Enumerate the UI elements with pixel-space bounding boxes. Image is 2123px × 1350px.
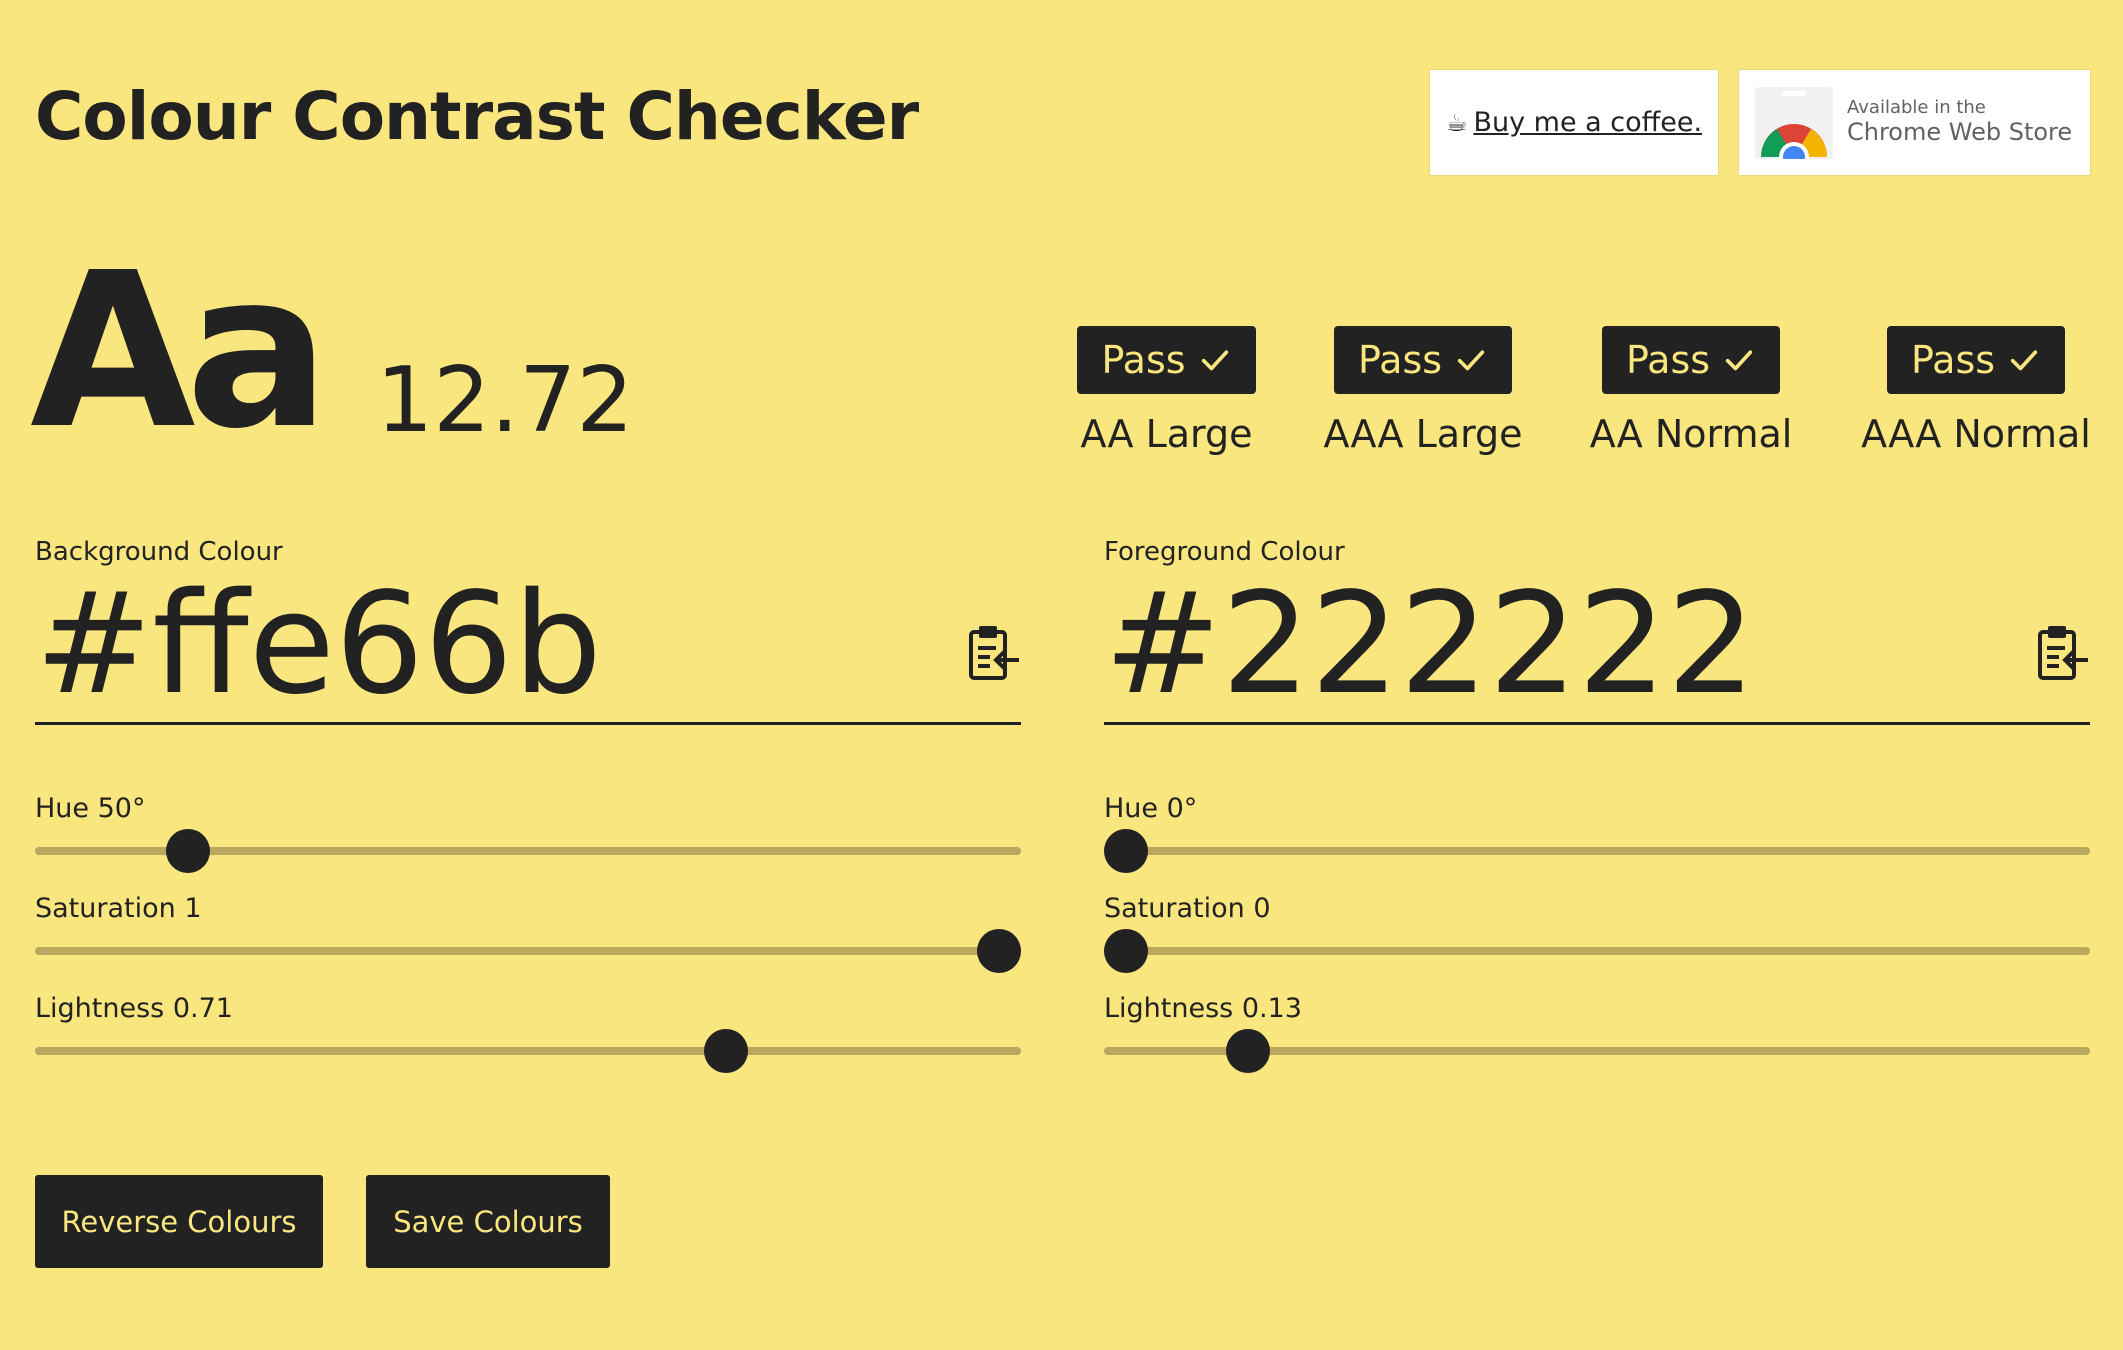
saturation-track[interactable] [1104, 929, 2090, 973]
result-aaa-large: Pass AAA Large [1323, 326, 1523, 456]
result-aaa-normal: Pass AAA Normal [1861, 326, 2091, 456]
background-lightness-slider: Lightness 0.71 [35, 991, 1021, 1091]
status-badge: Pass [1077, 326, 1256, 394]
foreground-hex-row [1104, 574, 2090, 725]
foreground-colour-panel: Foreground Colour Hue 0° Saturation 0 [1104, 534, 2090, 1091]
store-big-text: Chrome Web Store [1847, 118, 2073, 147]
hue-track[interactable] [35, 829, 1021, 873]
saturation-thumb[interactable] [1104, 929, 1148, 973]
status-text: Pass [1910, 338, 1996, 382]
background-saturation-slider: Saturation 1 [35, 891, 1021, 991]
saturation-label: Saturation 0 [1104, 893, 1271, 924]
chrome-web-store-badge[interactable]: Available in the Chrome Web Store [1739, 70, 2090, 175]
background-colour-label: Background Colour [35, 537, 283, 567]
result-aa-large: Pass AA Large [1077, 326, 1256, 456]
foreground-hex-input[interactable] [1104, 574, 1984, 714]
lightness-track[interactable] [35, 1029, 1021, 1073]
result-label: AAA Large [1323, 412, 1523, 456]
sample-text: Aa [30, 227, 330, 476]
background-hex-input[interactable] [35, 574, 915, 714]
saturation-label: Saturation 1 [35, 893, 202, 924]
hue-label: Hue 50° [35, 793, 146, 824]
lightness-track[interactable] [1104, 1029, 2090, 1073]
hue-label: Hue 0° [1104, 793, 1198, 824]
status-text: Pass [1357, 338, 1443, 382]
contrast-ratio: 12.72 [376, 348, 634, 453]
status-badge: Pass [1886, 326, 2066, 394]
foreground-hue-slider: Hue 0° [1104, 791, 2090, 891]
lightness-label: Lightness 0.71 [35, 993, 233, 1024]
background-hue-slider: Hue 50° [35, 791, 1021, 891]
saturation-track[interactable] [35, 929, 1021, 973]
hue-thumb[interactable] [165, 829, 210, 873]
buy-coffee-link[interactable]: ☕ Buy me a coffee. [1430, 70, 1718, 175]
checkmark-icon [1725, 350, 1753, 371]
background-hex-row [35, 574, 1021, 725]
buy-coffee-text[interactable]: Buy me a coffee. [1473, 107, 1702, 138]
lightness-thumb[interactable] [1226, 1029, 1271, 1073]
result-label: AA Large [1080, 412, 1253, 456]
status-text: Pass [1625, 338, 1711, 382]
foreground-lightness-slider: Lightness 0.13 [1104, 991, 2090, 1091]
status-text: Pass [1101, 338, 1186, 382]
result-label: AAA Normal [1861, 412, 2091, 456]
checkmark-icon [2010, 350, 2038, 371]
lightness-label: Lightness 0.13 [1104, 993, 1302, 1024]
hue-thumb[interactable] [1104, 829, 1148, 873]
hue-track[interactable] [1104, 829, 2090, 873]
paste-icon[interactable] [2036, 624, 2090, 682]
result-label: AA Normal [1589, 412, 1793, 456]
page-title: Colour Contrast Checker [35, 78, 919, 155]
reverse-colours-button[interactable]: Reverse Colours [35, 1175, 323, 1268]
status-badge: Pass [1601, 326, 1781, 394]
store-small-text: Available in the [1847, 97, 1986, 119]
chrome-web-store-icon [1755, 86, 1833, 159]
status-badge: Pass [1333, 326, 1513, 394]
saturation-thumb[interactable] [977, 929, 1021, 973]
paste-icon[interactable] [967, 624, 1021, 682]
checkmark-icon [1457, 350, 1485, 371]
checkmark-icon [1201, 350, 1228, 371]
foreground-saturation-slider: Saturation 0 [1104, 891, 2090, 991]
coffee-icon: ☕ [1445, 108, 1468, 137]
foreground-colour-label: Foreground Colour [1104, 537, 1345, 567]
result-aa-normal: Pass AA Normal [1589, 326, 1793, 456]
lightness-thumb[interactable] [703, 1029, 748, 1073]
save-colours-button[interactable]: Save Colours [366, 1175, 610, 1268]
background-colour-panel: Background Colour Hue 50° Saturation 1 [35, 534, 1021, 1091]
